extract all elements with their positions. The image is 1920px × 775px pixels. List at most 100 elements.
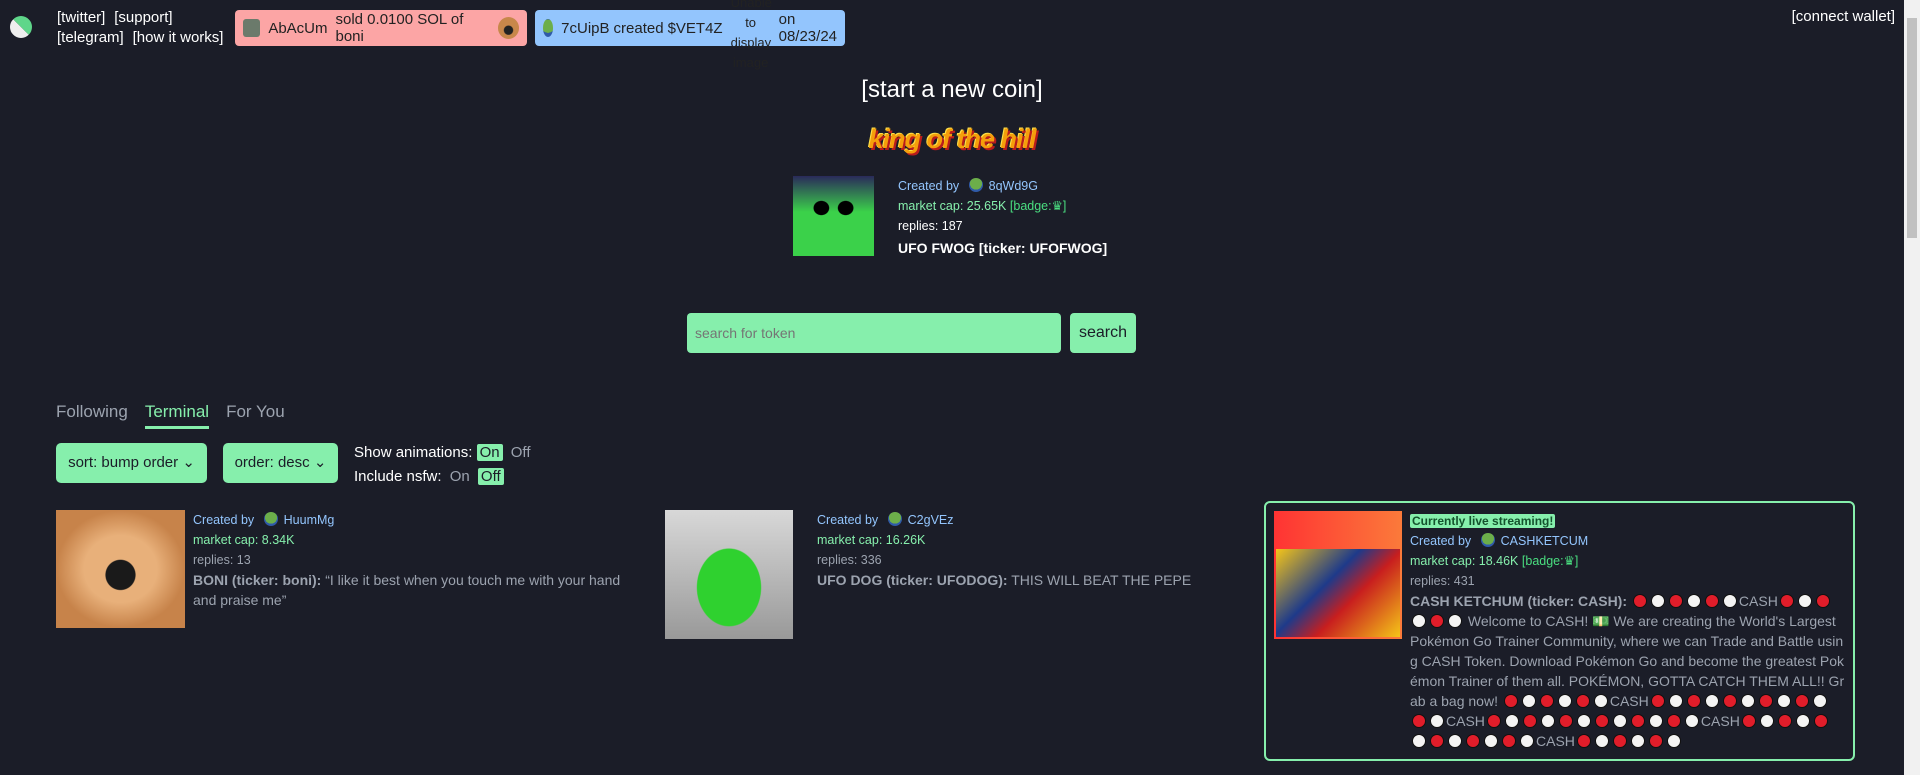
creator-avatar	[1480, 533, 1495, 547]
nsfw-off[interactable]: Off	[477, 468, 504, 485]
creator-name[interactable]: 8qWd9G	[989, 179, 1038, 193]
coin-title: UFO FWOG [ticker: UFOFWOG]	[898, 240, 1108, 256]
white-circle-icon	[1557, 694, 1572, 708]
coin-description: CASH Welcome to CASH! 💵 We are creating …	[1410, 593, 1844, 749]
creator-name[interactable]: HuumMg	[284, 513, 335, 527]
white-circle-icon	[1520, 734, 1534, 748]
creator-name[interactable]: C2gVEz	[908, 513, 954, 527]
red-circle-icon	[1576, 734, 1591, 748]
white-circle-icon	[1484, 734, 1498, 748]
toast-ticker: $VET4Z	[667, 19, 723, 37]
king-of-the-hill-banner: king of the hill	[868, 124, 1037, 154]
king-coin-card[interactable]: Created by 8qWd9G market cap: 25.65K [ba…	[793, 176, 1107, 258]
scrollbar[interactable]	[1904, 0, 1920, 775]
white-circle-icon	[1740, 694, 1755, 708]
order-select[interactable]: order: desc ⌄	[223, 443, 338, 483]
crown-icon: ♛	[1051, 199, 1063, 213]
tab-terminal[interactable]: Terminal	[144, 402, 210, 429]
white-circle-icon	[1648, 714, 1663, 728]
badge: [badge:♛]	[1009, 199, 1067, 213]
creator-avatar	[887, 512, 902, 526]
red-circle-icon	[1430, 614, 1444, 628]
coin-card-live[interactable]: Currently live streaming! Created by CAS…	[1264, 501, 1855, 761]
red-circle-icon	[1813, 714, 1828, 728]
coin-image	[1274, 511, 1402, 639]
white-circle-icon	[1594, 734, 1609, 748]
white-circle-icon	[1666, 734, 1681, 748]
white-circle-icon	[1668, 694, 1683, 708]
sort-select[interactable]: sort: bump order ⌄	[56, 443, 207, 483]
red-circle-icon	[1815, 594, 1830, 608]
sell-toast[interactable]: AbAcUm sold 0.0100 SOL of boni	[235, 10, 527, 46]
tab-following[interactable]: Following	[56, 402, 128, 429]
telegram-link[interactable]: [telegram]	[57, 29, 124, 46]
red-circle-icon	[1758, 694, 1773, 708]
nsfw-on[interactable]: On	[450, 468, 470, 485]
how-it-works-link[interactable]: [how it works]	[133, 29, 224, 46]
description-text: CASH	[1446, 713, 1485, 729]
creator-name[interactable]: CASHKETCUM	[1501, 534, 1589, 548]
coin-image	[56, 510, 185, 628]
twitter-link[interactable]: [twitter]	[57, 9, 105, 26]
white-circle-icon	[1576, 714, 1591, 728]
red-circle-icon	[1632, 594, 1647, 608]
red-circle-icon	[1794, 694, 1809, 708]
scrollbar-thumb[interactable]	[1907, 18, 1917, 238]
logo-pill-icon[interactable]	[5, 11, 37, 43]
description-text: CASH	[1700, 713, 1740, 729]
search-input[interactable]	[687, 313, 1061, 353]
red-circle-icon	[1779, 594, 1794, 608]
white-circle-icon	[1722, 594, 1737, 608]
white-circle-icon	[1797, 594, 1812, 608]
red-circle-icon	[1666, 714, 1681, 728]
red-circle-icon	[1558, 714, 1573, 728]
red-circle-icon	[1522, 714, 1537, 728]
coin-card[interactable]: Created by HuumMg market cap: 8.34K repl…	[56, 510, 626, 628]
white-circle-icon	[1412, 734, 1426, 748]
white-circle-icon	[1776, 694, 1791, 708]
tab-for-you[interactable]: For You	[226, 402, 285, 429]
coin-avatar	[497, 17, 519, 39]
red-circle-icon	[1594, 714, 1609, 728]
king-coin-image	[793, 176, 874, 256]
description-text: CASH	[1609, 693, 1649, 709]
red-circle-icon	[1668, 594, 1683, 608]
white-circle-icon	[1412, 614, 1426, 628]
creator-avatar	[968, 178, 983, 192]
replies: replies: 13	[193, 553, 251, 567]
creator-avatar	[263, 512, 278, 526]
red-circle-icon	[1741, 714, 1756, 728]
support-link[interactable]: [support]	[114, 9, 172, 26]
coin-image	[665, 510, 793, 639]
white-circle-icon	[1448, 614, 1462, 628]
start-new-coin-link[interactable]: [start a new coin]	[0, 76, 1904, 104]
white-circle-icon	[1540, 714, 1555, 728]
coin-description: THIS WILL BEAT THE PEPE	[1011, 572, 1192, 588]
connect-wallet-button[interactable]: [connect wallet]	[1792, 8, 1895, 25]
broken-image: Unable to display image	[730, 0, 772, 70]
replies: replies: 187	[898, 219, 963, 233]
coin-name: BONI (ticker: boni):	[193, 572, 322, 588]
user-avatar	[543, 19, 554, 37]
red-circle-icon	[1777, 714, 1792, 728]
coin-card[interactable]: Created by C2gVEz market cap: 16.26K rep…	[665, 510, 1235, 639]
white-circle-icon	[1430, 714, 1444, 728]
red-circle-icon	[1650, 694, 1665, 708]
red-circle-icon	[1412, 714, 1426, 728]
red-circle-icon	[1612, 734, 1627, 748]
red-circle-icon	[1722, 694, 1737, 708]
toast-user[interactable]: 7cUipB	[561, 20, 609, 37]
search-button[interactable]: search	[1070, 313, 1136, 353]
replies: replies: 336	[817, 553, 882, 567]
animations-off[interactable]: Off	[511, 444, 531, 461]
created-by-label: Created by	[193, 513, 255, 527]
white-circle-icon	[1704, 694, 1719, 708]
create-toast[interactable]: 7cUipB created $VET4Z Unable to display …	[535, 0, 845, 70]
created-by-label: Created by	[898, 179, 960, 193]
red-circle-icon	[1466, 734, 1480, 748]
toast-user[interactable]: AbAcUm	[268, 20, 327, 37]
description-text: CASH	[1738, 593, 1778, 609]
animations-on[interactable]: On	[476, 444, 503, 461]
red-circle-icon	[1686, 694, 1701, 708]
user-avatar	[243, 19, 261, 37]
